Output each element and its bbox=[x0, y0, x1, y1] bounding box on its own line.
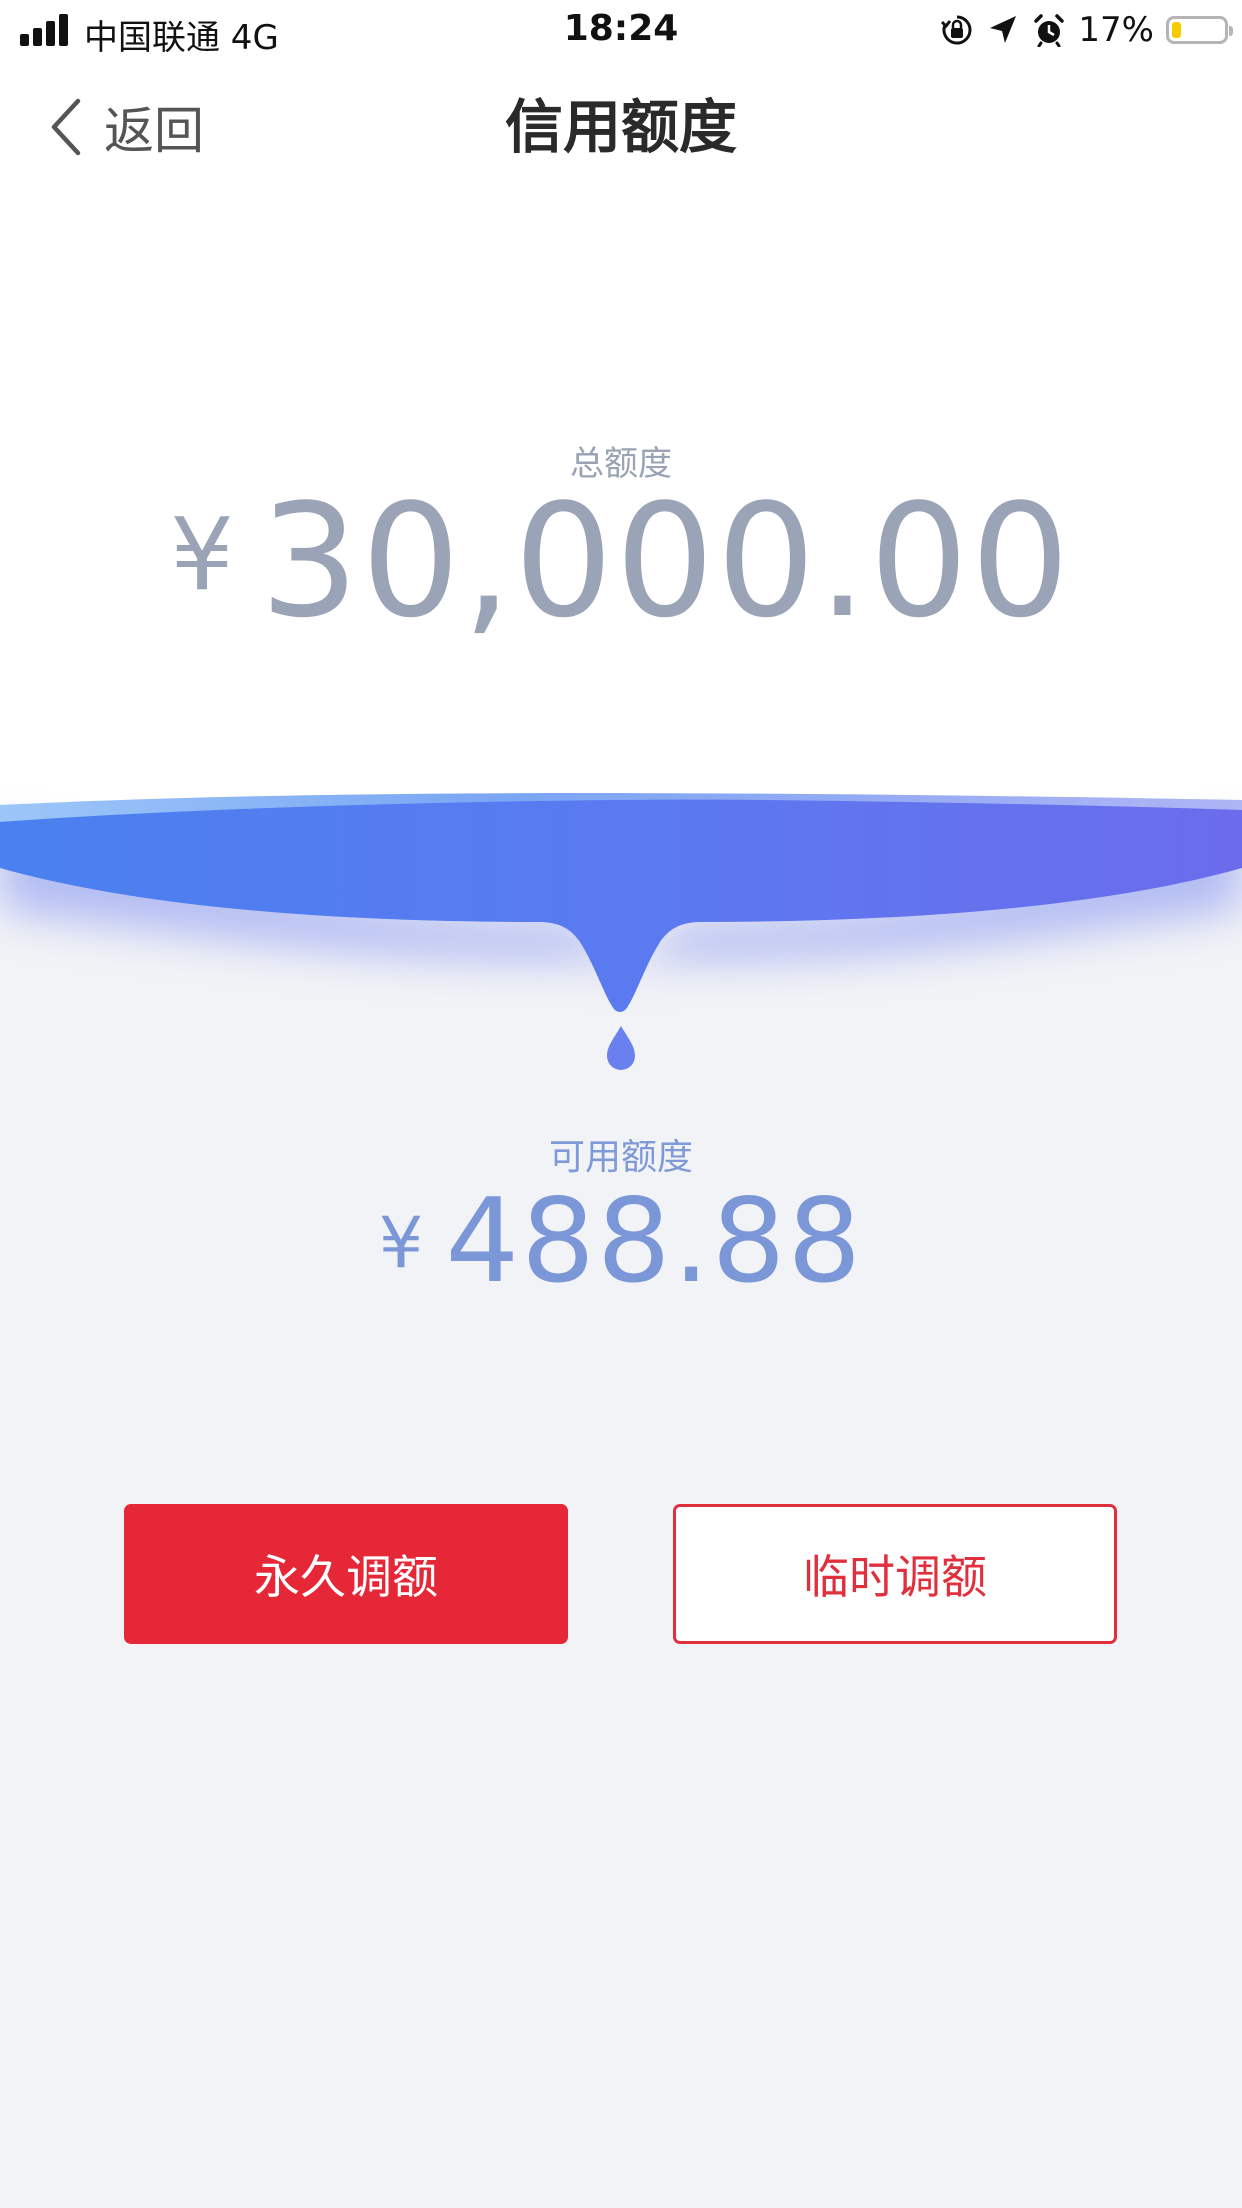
page-title: 信用额度 bbox=[504, 93, 737, 161]
alarm-clock-icon bbox=[1034, 14, 1065, 47]
status-bar: 中国联通 4G 18:24 17% bbox=[0, 0, 1242, 62]
total-currency-symbol: ¥ bbox=[170, 496, 234, 613]
available-credit-amount: ¥488.88 bbox=[0, 1174, 1242, 1309]
permanent-adjust-button[interactable]: 永久调额 bbox=[124, 1504, 568, 1644]
location-arrow-icon bbox=[990, 16, 1017, 43]
navigation-bar: 返回 信用额度 bbox=[0, 62, 1242, 194]
orientation-lock-icon bbox=[941, 15, 972, 45]
available-credit-label: 可用额度 bbox=[548, 1137, 693, 1178]
battery-level-fill bbox=[1172, 22, 1181, 38]
temporary-adjust-button[interactable]: 临时调额 bbox=[673, 1504, 1117, 1644]
available-credit-value: 488.88 bbox=[445, 1174, 864, 1309]
total-credit-value: 30,000.00 bbox=[259, 470, 1072, 652]
battery-percent: 17% bbox=[1078, 10, 1154, 50]
battery-icon bbox=[1166, 16, 1233, 44]
liquid-wave-graphic bbox=[0, 793, 1242, 1070]
total-credit-amount: ¥30,000.00 bbox=[0, 470, 1242, 652]
available-currency-symbol: ¥ bbox=[378, 1202, 424, 1284]
status-right-group: 17% bbox=[940, 10, 1233, 50]
